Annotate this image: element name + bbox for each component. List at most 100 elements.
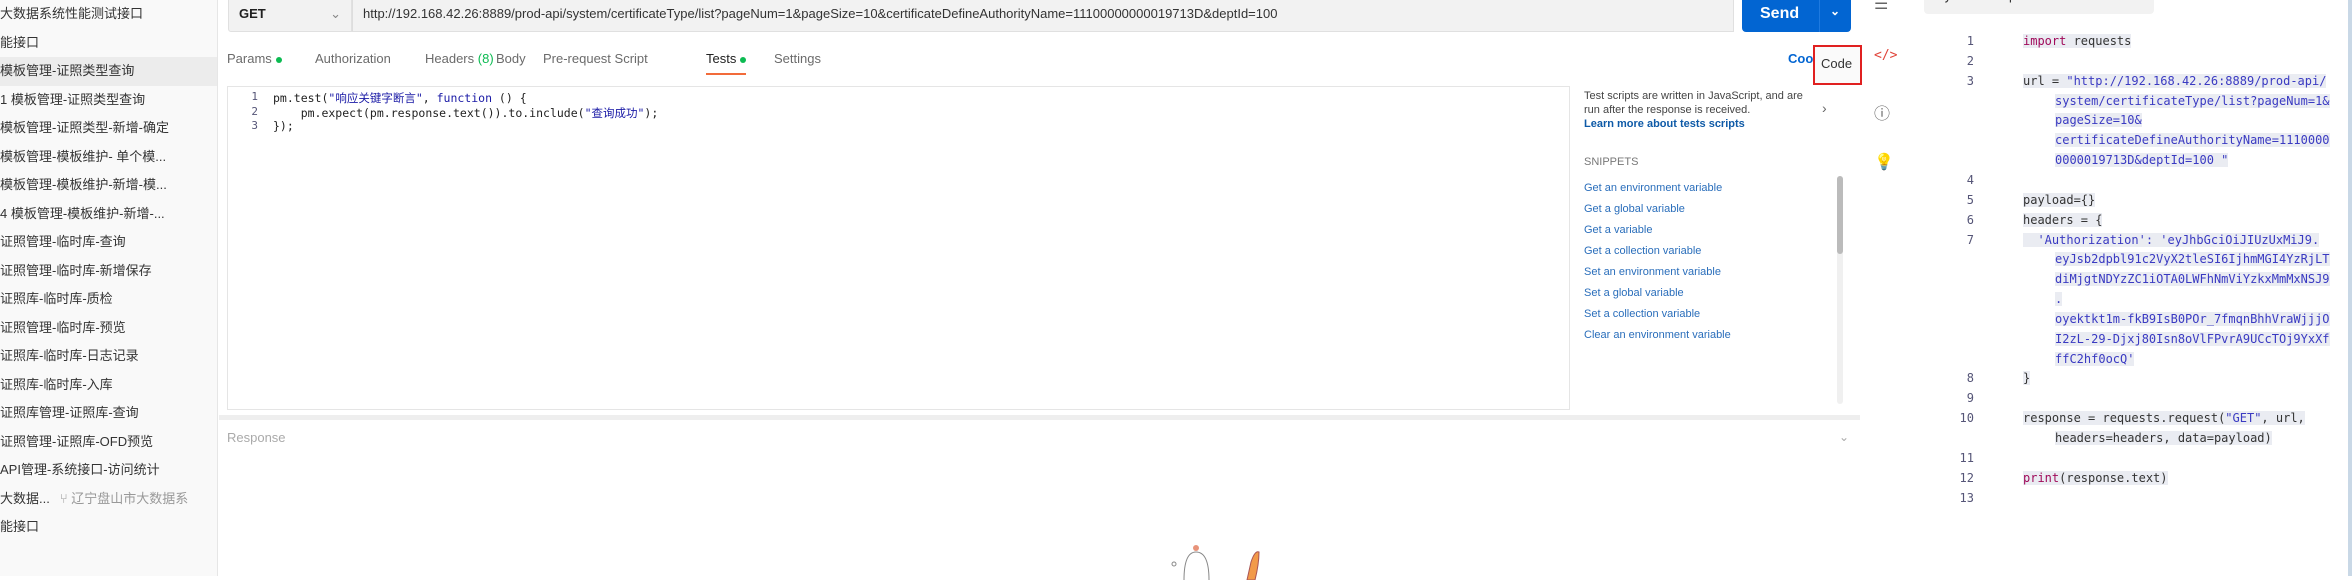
snippet-link[interactable]: Set an environment variable <box>1584 266 1721 278</box>
tab-pre-request-script[interactable]: Pre-request Script <box>543 51 648 66</box>
tab-authorization[interactable]: Authorization <box>315 51 391 66</box>
sidebar-item[interactable]: 能接口 <box>0 29 217 58</box>
sidebar-item-label: 证照管理-临时库-新增保存 <box>0 262 152 278</box>
snippet-link[interactable]: Get a global variable <box>1584 203 1685 215</box>
right-icon-bar: ☰ </> ⓘ 💡 <box>1862 0 1900 576</box>
collection-sidebar: 大数据系统性能测试接口 能接口 模板管理-证照类型查询 1 模板管理-证照类型查询 模板… <box>0 0 218 576</box>
chevron-down-icon[interactable]: ⌄ <box>1839 430 1849 444</box>
code-keyword: function <box>436 91 492 105</box>
code-token: oyektkt1m-fkB9IsB0POr_7fmqnBhhVraWjjjO <box>2055 311 2330 326</box>
code-line: headers=headers, data=payload) <box>2055 431 2272 445</box>
code-text: }); <box>273 119 294 133</box>
sidebar-item[interactable]: 大数据... ⑂ 辽宁盘山市大数据系 <box>0 485 217 514</box>
tab-label: Settings <box>774 51 821 66</box>
tab-tests[interactable]: Tests <box>706 51 747 75</box>
sidebar-item[interactable]: 模板管理-证照类型-新增-确定 <box>0 114 217 143</box>
sidebar-item[interactable]: 证照管理-临时库-查询 <box>0 228 217 257</box>
sidebar-item[interactable]: 证照管理-临时库-预览 <box>0 314 217 343</box>
sidebar-item[interactable]: API管理-系统接口-访问统计 <box>0 456 217 485</box>
sidebar-item[interactable]: 证照管理-临时库-新增保存 <box>0 257 217 286</box>
language-select[interactable]: Python - Requests <box>1924 0 2154 14</box>
code-text: , <box>422 91 437 105</box>
snippet-link[interactable]: Set a global variable <box>1584 287 1684 299</box>
code-token: "http://192.168.42.26:8889/prod-api/ <box>2066 73 2327 88</box>
sidebar-item[interactable]: 1 模板管理-证照类型查询 <box>0 86 217 115</box>
snippets-title: SNIPPETS <box>1584 156 1639 168</box>
code-line: diMjgtNDYzZC1iOTA0LWFhNmViYzkxMmMxNSJ9 <box>2055 272 2330 287</box>
tab-body[interactable]: Body <box>496 51 526 66</box>
tab-settings[interactable]: Settings <box>774 51 821 66</box>
method-select[interactable]: GET ⌄ <box>228 0 352 32</box>
tab-headers[interactable]: Headers (8) <box>425 51 494 66</box>
sidebar-item-label: 证照库-临时库-质检 <box>0 291 113 306</box>
sidebar-item[interactable]: 模板管理-证照类型查询 <box>0 57 217 86</box>
code-token: import <box>2023 34 2067 48</box>
documentation-icon[interactable]: ☰ <box>1874 0 1888 14</box>
code-token: certificateDefineAuthorityName=1110000 <box>2055 133 2330 148</box>
sidebar-item-label: 模板管理-模板维护- 单个模... <box>0 148 167 164</box>
tab-params[interactable]: Params <box>227 51 282 66</box>
chevron-right-icon[interactable]: › <box>1822 100 1827 116</box>
sidebar-item-label: 证照库-临时库-日志记录 <box>0 348 139 363</box>
code-line: oyektkt1m-fkB9IsB0POr_7fmqnBhhVraWjjjO <box>2055 311 2330 326</box>
line-number: 12 <box>1959 470 1974 485</box>
sidebar-item[interactable]: 证照库-临时库-入库 <box>0 371 217 400</box>
url-input[interactable]: http://192.168.42.26:8889/prod-api/syste… <box>352 0 1734 32</box>
code-line: . <box>2055 292 2063 307</box>
code-line: headers = { <box>2023 212 2103 227</box>
tab-count: (8) <box>477 51 494 66</box>
scrollbar-thumb[interactable] <box>1837 176 1843 254</box>
code-text: () { <box>492 91 527 105</box>
line-number: 13 <box>1959 490 1974 505</box>
sidebar-item[interactable]: 证照库管理-证照库-查询 <box>0 399 217 428</box>
tests-editor[interactable]: 1 pm.test("响应关键字断言", function () {2 pm.ex… <box>227 86 1569 410</box>
sidebar-item-label: 证照管理-临时库-查询 <box>0 234 126 249</box>
code-icon[interactable]: </> <box>1874 48 1897 63</box>
sidebar-item[interactable]: 证照库-临时库-质检 <box>0 285 217 314</box>
sidebar-item[interactable]: 能接口 <box>0 513 217 542</box>
info-icon[interactable]: ⓘ <box>1874 100 1890 124</box>
code-line: 'Authorization': 'eyJhbGciOiJIUzUxMiJ9. <box>2023 232 2320 247</box>
sidebar-item[interactable]: 4 模板管理-模板维护-新增-... <box>0 200 217 229</box>
sidebar-item[interactable]: 大数据系统性能测试接口 <box>0 0 217 29</box>
send-button[interactable]: Send ⌄ <box>1742 0 1851 32</box>
learn-more-link[interactable]: Learn more about tests scripts <box>1584 118 1745 130</box>
code-tooltip: Code <box>1813 45 1862 85</box>
sidebar-item[interactable]: 证照库-临时库-日志记录 <box>0 342 217 371</box>
chevron-down-icon[interactable]: ⌄ <box>1830 4 1840 18</box>
code-token: ffC2hf0ocQ' <box>2055 351 2135 366</box>
code-text: pm.test( <box>273 91 329 105</box>
code-token: pageSize=10& <box>2055 113 2142 128</box>
code-line: }); <box>273 119 294 133</box>
code-token: 0000019713D&deptId=100 " <box>2055 153 2229 168</box>
snippet-link[interactable]: Get a variable <box>1584 224 1652 236</box>
status-dot <box>275 56 282 63</box>
snippet-link[interactable]: Set a collection variable <box>1584 308 1700 320</box>
sidebar-item[interactable]: 证照管理-证照库-OFD预览 <box>0 428 217 457</box>
code-string: "响应关键字断言" <box>328 91 423 105</box>
code-token: system/certificateType/list?pageNum=1& <box>2055 93 2330 108</box>
snippet-link[interactable]: Clear an environment variable <box>1584 329 1731 341</box>
code-line: } <box>2023 371 2031 386</box>
sidebar-item-label: 证照库管理-证照库-查询 <box>0 405 139 420</box>
code-token: 'Authorization': 'eyJhbGciOiJIUzUxMiJ9. <box>2023 232 2320 247</box>
line-number: 5 <box>1966 192 1974 207</box>
chevron-down-icon: ⌄ <box>330 6 341 21</box>
code-line: pageSize=10& <box>2055 113 2142 128</box>
send-label: Send <box>1760 5 1800 22</box>
snippets-panel: Test scripts are written in JavaScript, … <box>1569 86 1857 410</box>
fork-label: 辽宁盘山市大数据系 <box>71 490 189 506</box>
sidebar-item[interactable]: 模板管理-模板维护- 单个模... <box>0 143 217 172</box>
lightbulb-icon[interactable]: 💡 <box>1874 152 1894 172</box>
line-number: 3 <box>251 119 258 132</box>
line-number: 3 <box>1966 73 1974 88</box>
snippet-link[interactable]: Get an environment variable <box>1584 182 1722 194</box>
sidebar-item[interactable]: 模板管理-模板维护-新增-模... <box>0 171 217 200</box>
sidebar-item-label: 证照库-临时库-入库 <box>0 376 113 392</box>
request-panel: GET ⌄ http://192.168.42.26:8889/prod-api/… <box>219 0 1862 580</box>
line-number: 11 <box>1959 450 1974 465</box>
cookies-link[interactable]: Coo <box>1788 51 1813 66</box>
sidebar-item-label: 模板管理-证照类型-新增-确定 <box>0 120 169 135</box>
sidebar-item-label: 能接口 <box>0 34 40 50</box>
snippet-link[interactable]: Get a collection variable <box>1584 245 1701 257</box>
